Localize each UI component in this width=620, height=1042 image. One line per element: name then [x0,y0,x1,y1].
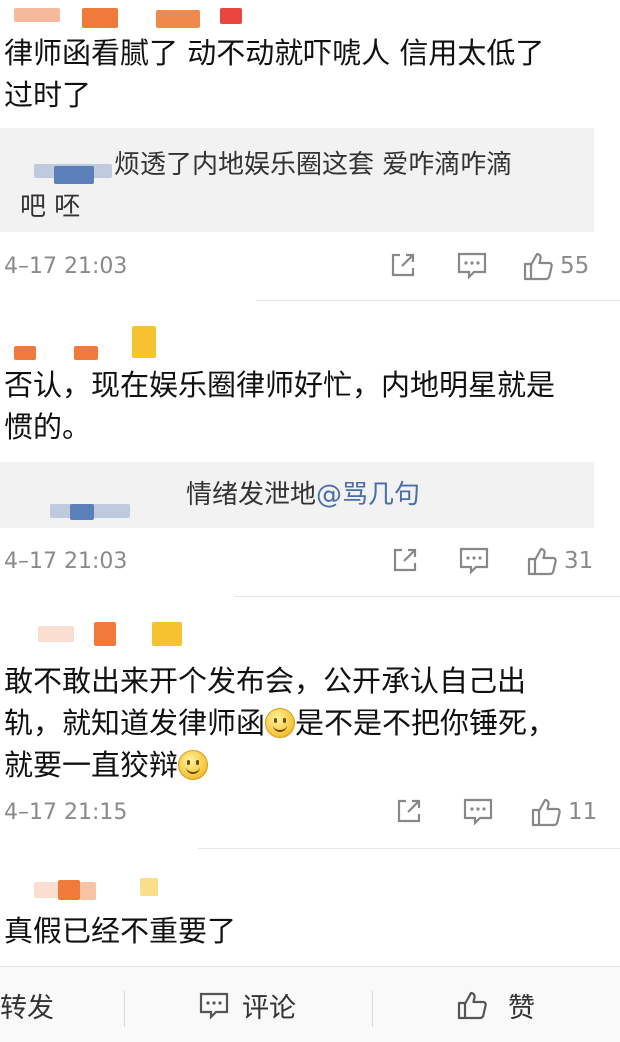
comment-text: 真假已经不重要了 [4,914,237,948]
reply-text-line: 吧 呸 [20,192,81,222]
comment-meta: 4–17 21:15 11 [0,794,620,834]
like-button[interactable]: 11 [530,796,597,828]
thumbs-up-icon [457,991,487,1020]
emoji-smile-icon [178,750,209,780]
like-count: 55 [560,253,590,279]
like-bar-button[interactable]: 赞 [456,967,535,1042]
timestamp: 4–17 21:03 [4,254,128,279]
repost-button[interactable]: 转发 [0,967,54,1042]
username-blurred[interactable] [8,876,248,900]
comment-button[interactable] [458,545,490,575]
comment-text: 敢不敢出来开个发布会，公开承认自己出 轨，就知道发律师函 是不是不把你锤死， 就要… [4,664,557,782]
like-button[interactable]: 55 [522,250,589,282]
timestamp: 4–17 21:15 [4,800,128,825]
comment-label: 评论 [242,992,296,1024]
reply-text-line: 烦透了内地娱乐圈这套 爱咋滴咋滴 [114,150,513,180]
share-icon [393,548,417,572]
divider [256,300,620,301]
username-blurred[interactable] [8,6,248,30]
share-button[interactable] [390,545,420,575]
like-label: 赞 [508,992,535,1024]
reply-quote[interactable]: 烦透了内地娱乐圈这套 爱咋滴咋滴 吧 呸 [0,128,594,232]
like-button[interactable]: 31 [526,545,593,577]
share-icon [391,253,415,277]
divider [198,848,620,849]
reply-quote[interactable]: 情绪发泄地@骂几句 [0,462,594,528]
comment-button[interactable] [456,250,488,280]
bar-separator [124,991,125,1027]
comment-bar-button[interactable]: 评论 [198,967,296,1042]
comment-meta: 4–17 21:03 31 [0,543,620,583]
share-button[interactable] [388,250,418,280]
reply-text-line: 情绪发泄地@骂几句 [186,480,421,510]
share-icon [397,799,421,823]
comment-icon [457,252,487,280]
comment-text: 律师函看腻了 动不动就吓唬人 信用太低了 过时了 [4,36,545,112]
comment-icon [463,798,493,826]
comment-meta: 4–17 21:03 55 [0,248,620,288]
username-blurred[interactable] [8,326,248,360]
bottom-action-bar: 转发 评论 赞 [0,966,620,1042]
like-count: 11 [568,799,598,825]
timestamp: 4–17 21:03 [4,549,128,574]
emoji-smile-icon [265,708,296,738]
repost-label: 转发 [0,992,54,1024]
thumbs-up-icon [523,252,553,281]
username-blurred[interactable] [8,620,248,646]
comment-button[interactable] [462,796,494,826]
divider [234,596,620,597]
thumbs-up-icon [531,798,561,827]
comment-icon [459,547,489,575]
mention-link[interactable]: @骂几句 [316,480,420,510]
thumbs-up-icon [527,547,557,576]
share-button[interactable] [394,796,424,826]
like-count: 31 [564,548,594,574]
bar-separator [372,991,373,1027]
comment-text: 否认，现在娱乐圈律师好忙，内地明星就是 惯的。 [4,368,556,444]
comment-icon [199,992,229,1020]
